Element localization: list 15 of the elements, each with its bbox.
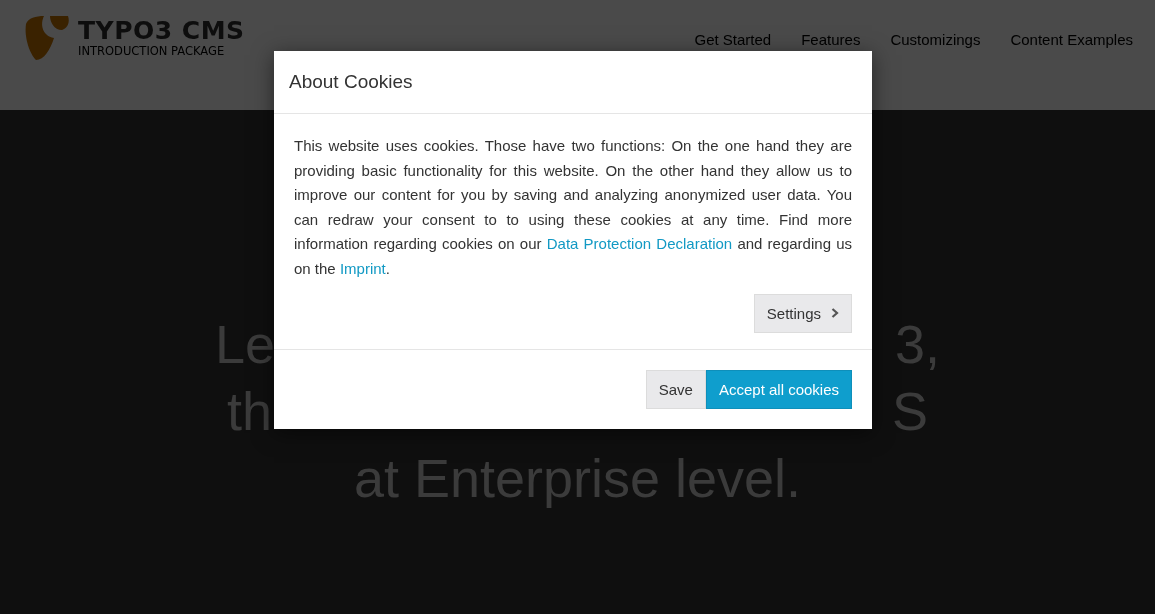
dialog-title: About Cookies [274,51,872,114]
accept-all-button[interactable]: Accept all cookies [705,369,852,409]
privacy-link[interactable]: Data Protection Declaration [546,235,733,253]
save-button[interactable]: Save [645,369,706,409]
chevron-right-icon [831,308,839,319]
nav-link[interactable]: Customizings [890,31,981,48]
nav-link[interactable]: Content Examples [1010,31,1133,48]
logo-title: TYPO3 CMS [78,18,245,44]
logo-icon [24,14,70,62]
settings-button[interactable]: Settings [753,293,852,333]
cookie-notice-text: This website uses cookies. Those have two functions: On the one hand they are providing basic functionality for this website. On the other hand they allow us to improve our content for you by saving and analyzing anonymized user data. You can redraw your consent to to using these cookies at any time. Find more information regarding cookies on our Data Protection Declaration and regarding us on the Imprint. [294,136,852,279]
nav-link[interactable]: Features [801,31,861,48]
imprint-link[interactable]: Imprint [339,259,386,277]
logo-subtitle: INTRODUCTION PACKAGE [78,44,226,58]
nav-link[interactable]: Get Started [694,31,772,48]
